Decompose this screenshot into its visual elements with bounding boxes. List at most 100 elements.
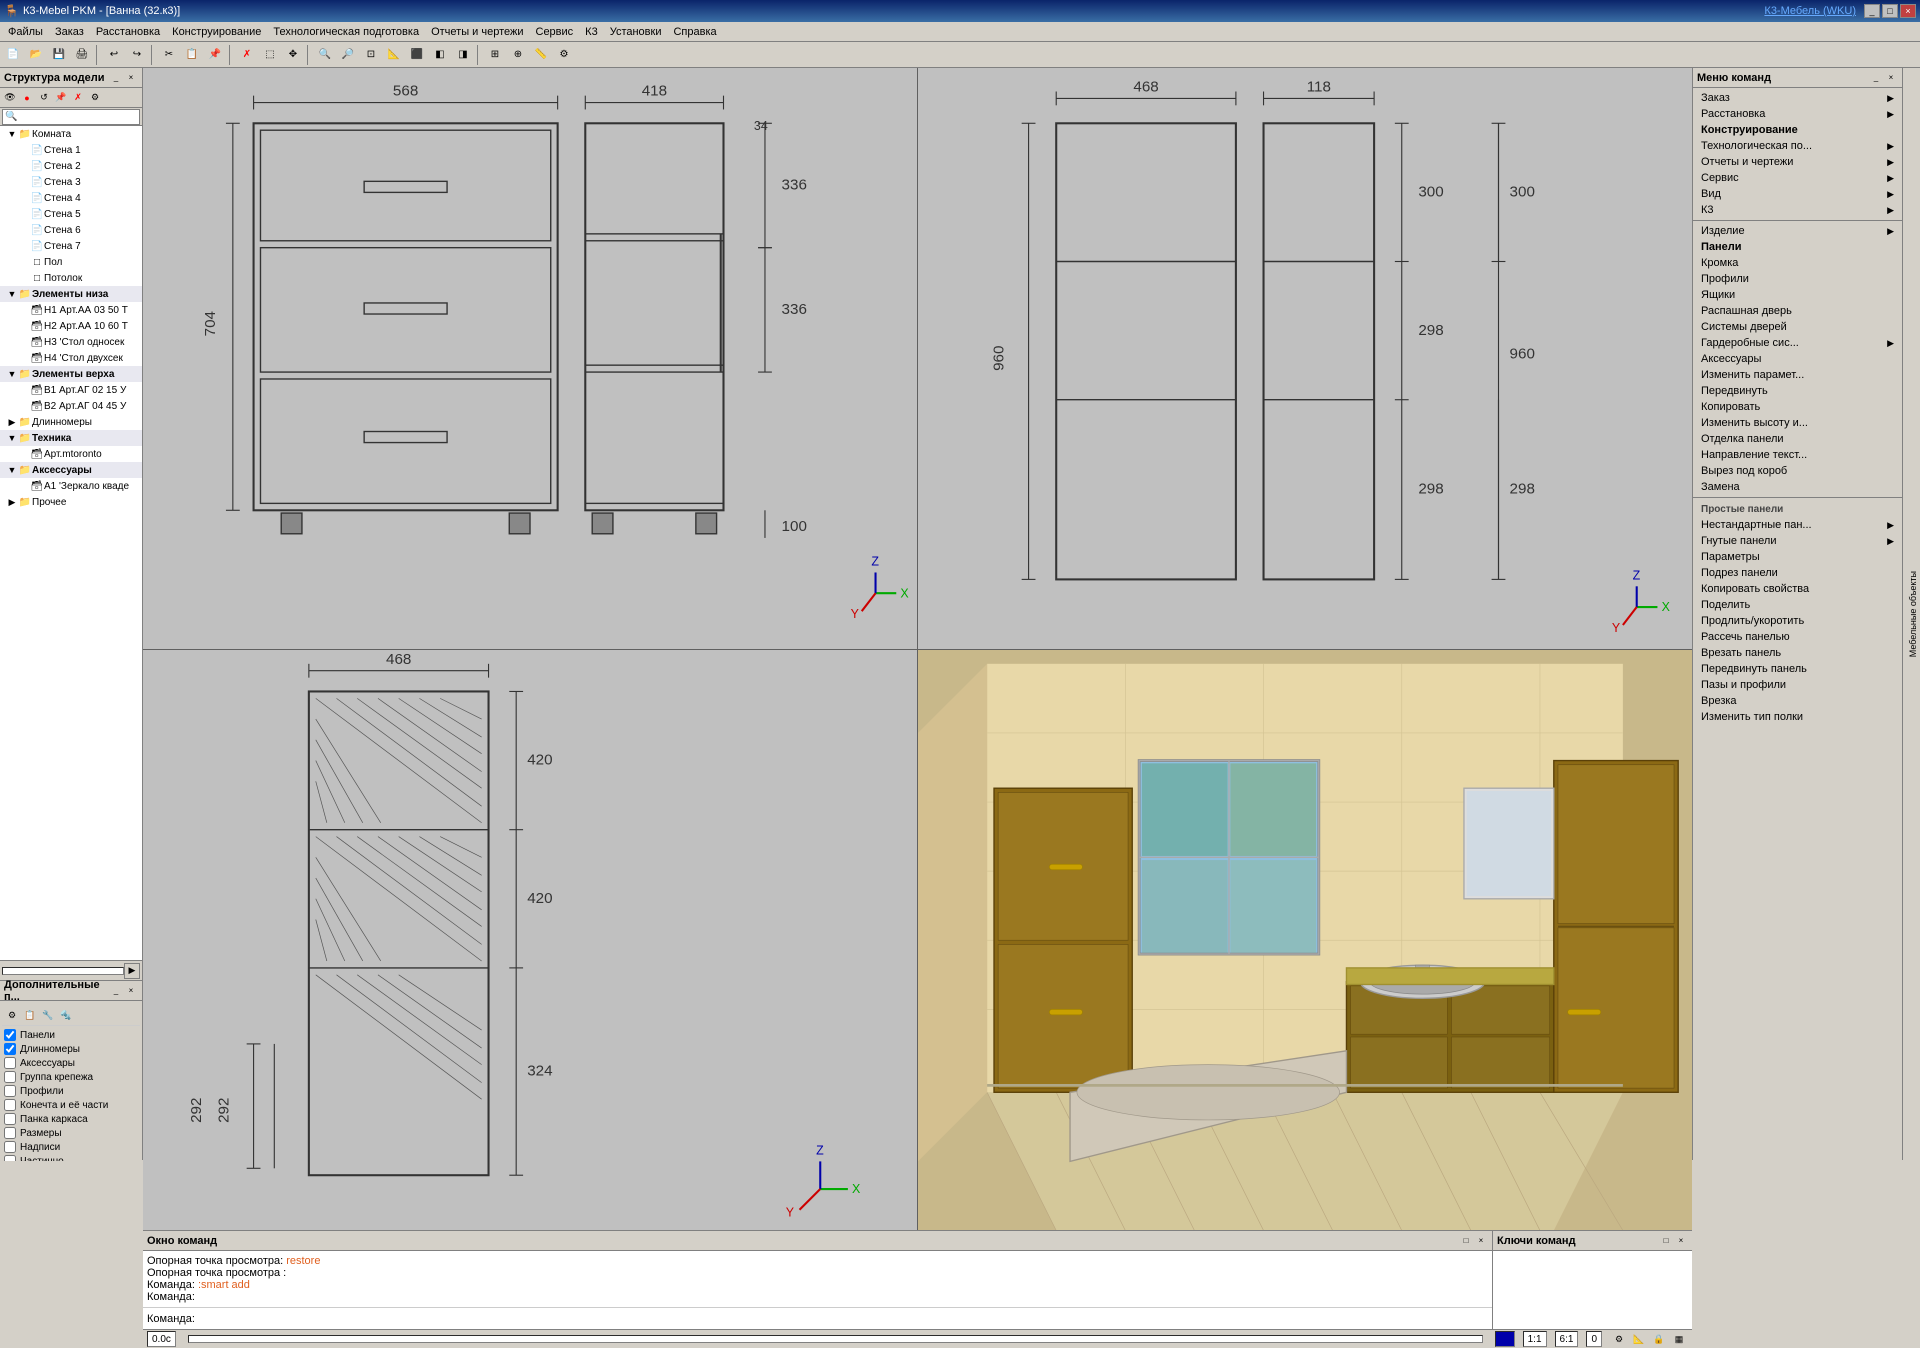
rm-accessories[interactable]: Аксессуары xyxy=(1693,351,1902,367)
check-room-input[interactable] xyxy=(4,1099,16,1111)
tree-item-room[interactable]: ▼ 📁 Комната xyxy=(0,126,142,142)
check-frame[interactable]: Панка каркаса xyxy=(2,1112,140,1126)
status-btn-4[interactable]: ▦ xyxy=(1670,1330,1688,1348)
tree-scrollbar[interactable] xyxy=(2,967,124,975)
maximize-button[interactable]: □ xyxy=(1882,4,1898,18)
expander-bottom[interactable]: ▼ xyxy=(6,288,18,300)
st-dot[interactable]: ● xyxy=(19,90,35,106)
viewport-top-left[interactable]: 568 418 34 704 xyxy=(143,68,917,649)
menu-service[interactable]: Сервис xyxy=(530,24,580,40)
tb-redo[interactable]: ↪ xyxy=(126,44,148,66)
tree-item-wall3[interactable]: 📄 Стена 3 xyxy=(0,174,142,190)
cmd-close[interactable]: × xyxy=(1474,1234,1488,1248)
rm-inlay[interactable]: Врезка xyxy=(1693,693,1902,709)
tb-grid[interactable]: ⊞ xyxy=(484,44,506,66)
structure-close[interactable]: × xyxy=(124,71,138,85)
expander-other[interactable]: ▶ xyxy=(6,496,18,508)
menu-construct[interactable]: Конструирование xyxy=(166,24,267,40)
rm-undercut[interactable]: Подрез панели xyxy=(1693,565,1902,581)
menu-k3[interactable]: К3 xyxy=(579,24,604,40)
tb-options[interactable]: ⚙ xyxy=(553,44,575,66)
st-refresh[interactable]: ↺ xyxy=(36,90,52,106)
expander-longm[interactable]: ▶ xyxy=(6,416,18,428)
rm-embed[interactable]: Врезать панель xyxy=(1693,645,1902,661)
rm-change-height[interactable]: Изменить высоту и... xyxy=(1693,415,1902,431)
check-longm-input[interactable] xyxy=(4,1043,16,1055)
rm-panels[interactable]: Панели xyxy=(1693,239,1902,255)
add-icon-1[interactable]: ⚙ xyxy=(4,1007,20,1023)
tree-item-bottom[interactable]: ▼ 📁 Элементы низа xyxy=(0,286,142,302)
tb-copy[interactable]: 📋 xyxy=(181,44,203,66)
tb-open[interactable]: 📂 xyxy=(25,44,47,66)
tb-top[interactable]: ⬛ xyxy=(406,44,428,66)
rm-grooves[interactable]: Пазы и профили xyxy=(1693,677,1902,693)
rm-copy-props[interactable]: Копировать свойства xyxy=(1693,581,1902,597)
check-longm[interactable]: Длинномеры xyxy=(2,1042,140,1056)
tree-item-wall4[interactable]: 📄 Стена 4 xyxy=(0,190,142,206)
status-btn-3[interactable]: 🔒 xyxy=(1650,1330,1668,1348)
viewport-3d[interactable] xyxy=(918,650,1692,1231)
wku-link[interactable]: К3-Мебель (WKU) xyxy=(1764,5,1856,17)
check-sizes-input[interactable] xyxy=(4,1127,16,1139)
tree-item-top[interactable]: ▼ 📁 Элементы верха xyxy=(0,366,142,382)
check-sizes[interactable]: Размеры xyxy=(2,1126,140,1140)
rm-crosscut[interactable]: Рассечь панелью xyxy=(1693,629,1902,645)
rm-wardrobe[interactable]: Гардеробные сис...▶ xyxy=(1693,335,1902,351)
structure-minimize[interactable]: _ xyxy=(109,71,123,85)
tb-fit[interactable]: ⊡ xyxy=(360,44,382,66)
tb-select[interactable]: ⬚ xyxy=(259,44,281,66)
check-profiles-input[interactable] xyxy=(4,1085,16,1097)
rm-panel-finish[interactable]: Отделка панели xyxy=(1693,431,1902,447)
tb-view3d[interactable]: 📐 xyxy=(383,44,405,66)
structure-search-input[interactable] xyxy=(2,109,140,125)
rm-view[interactable]: Вид▶ xyxy=(1693,186,1902,202)
rm-construct[interactable]: Конструирование xyxy=(1693,122,1902,138)
rm-move-panel[interactable]: Передвинуть панель xyxy=(1693,661,1902,677)
rm-tech[interactable]: Технологическая по...▶ xyxy=(1693,138,1902,154)
viewport-bottom-left[interactable]: 468 420 420 324 xyxy=(143,650,917,1231)
st-gear[interactable]: ⚙ xyxy=(87,90,103,106)
check-panels-input[interactable] xyxy=(4,1029,16,1041)
additional-close[interactable]: × xyxy=(124,984,138,998)
minimize-button[interactable]: _ xyxy=(1864,4,1880,18)
tree-item-ceiling[interactable]: □ Потолок xyxy=(0,270,142,286)
rm-nonstandard[interactable]: Нестандартные пан...▶ xyxy=(1693,517,1902,533)
tb-new[interactable]: 📄 xyxy=(2,44,24,66)
tb-move[interactable]: ✥ xyxy=(282,44,304,66)
rm-k3[interactable]: К3▶ xyxy=(1693,202,1902,218)
check-fasteners-input[interactable] xyxy=(4,1071,16,1083)
command-input[interactable] xyxy=(199,1313,1488,1325)
viewport-top-right[interactable]: 468 118 960 300 xyxy=(918,68,1692,649)
menu-tech[interactable]: Технологическая подготовка xyxy=(267,24,425,40)
rm-product[interactable]: Изделие▶ xyxy=(1693,223,1902,239)
rm-replace[interactable]: Замена xyxy=(1693,479,1902,495)
menu-reports[interactable]: Отчеты и чертежи xyxy=(425,24,529,40)
menu-order[interactable]: Заказ xyxy=(49,24,90,40)
tb-zoom-in[interactable]: 🔍 xyxy=(314,44,336,66)
rm-curved[interactable]: Гнутые панели▶ xyxy=(1693,533,1902,549)
rm-placement[interactable]: Расстановка▶ xyxy=(1693,106,1902,122)
tree-item-tech[interactable]: ▼ 📁 Техника xyxy=(0,430,142,446)
menu-settings[interactable]: Установки xyxy=(604,24,668,40)
rm-shelf-type[interactable]: Изменить тип полки xyxy=(1693,709,1902,725)
tree-item-h3[interactable]: 🗃 Н3 'Стол односек xyxy=(0,334,142,350)
rm-move[interactable]: Передвинуть xyxy=(1693,383,1902,399)
menu-help[interactable]: Справка xyxy=(667,24,722,40)
side-icon-furniture[interactable]: Мебельные объекты xyxy=(1906,567,1920,661)
rm-split[interactable]: Поделить xyxy=(1693,597,1902,613)
additional-minimize[interactable]: _ xyxy=(109,984,123,998)
add-icon-3[interactable]: 🔧 xyxy=(40,1007,56,1023)
add-icon-4[interactable]: 🔩 xyxy=(58,1007,74,1023)
tb-front[interactable]: ◧ xyxy=(429,44,451,66)
check-partial-input[interactable] xyxy=(4,1155,16,1161)
add-icon-2[interactable]: 📋 xyxy=(22,1007,38,1023)
check-labels-input[interactable] xyxy=(4,1141,16,1153)
scroll-right-btn[interactable]: ▶ xyxy=(124,963,140,979)
tree-item-h4[interactable]: 🗃 Н4 'Стол двухсек xyxy=(0,350,142,366)
tree-item-wall2[interactable]: 📄 Стена 2 xyxy=(0,158,142,174)
check-room[interactable]: Конечта и её части xyxy=(2,1098,140,1112)
keys-expand[interactable]: □ xyxy=(1659,1234,1673,1248)
tb-cut[interactable]: ✂ xyxy=(158,44,180,66)
st-x[interactable]: ✗ xyxy=(70,90,86,106)
tree-item-mirror[interactable]: 🗃 А1 'Зеркало кваде xyxy=(0,478,142,494)
